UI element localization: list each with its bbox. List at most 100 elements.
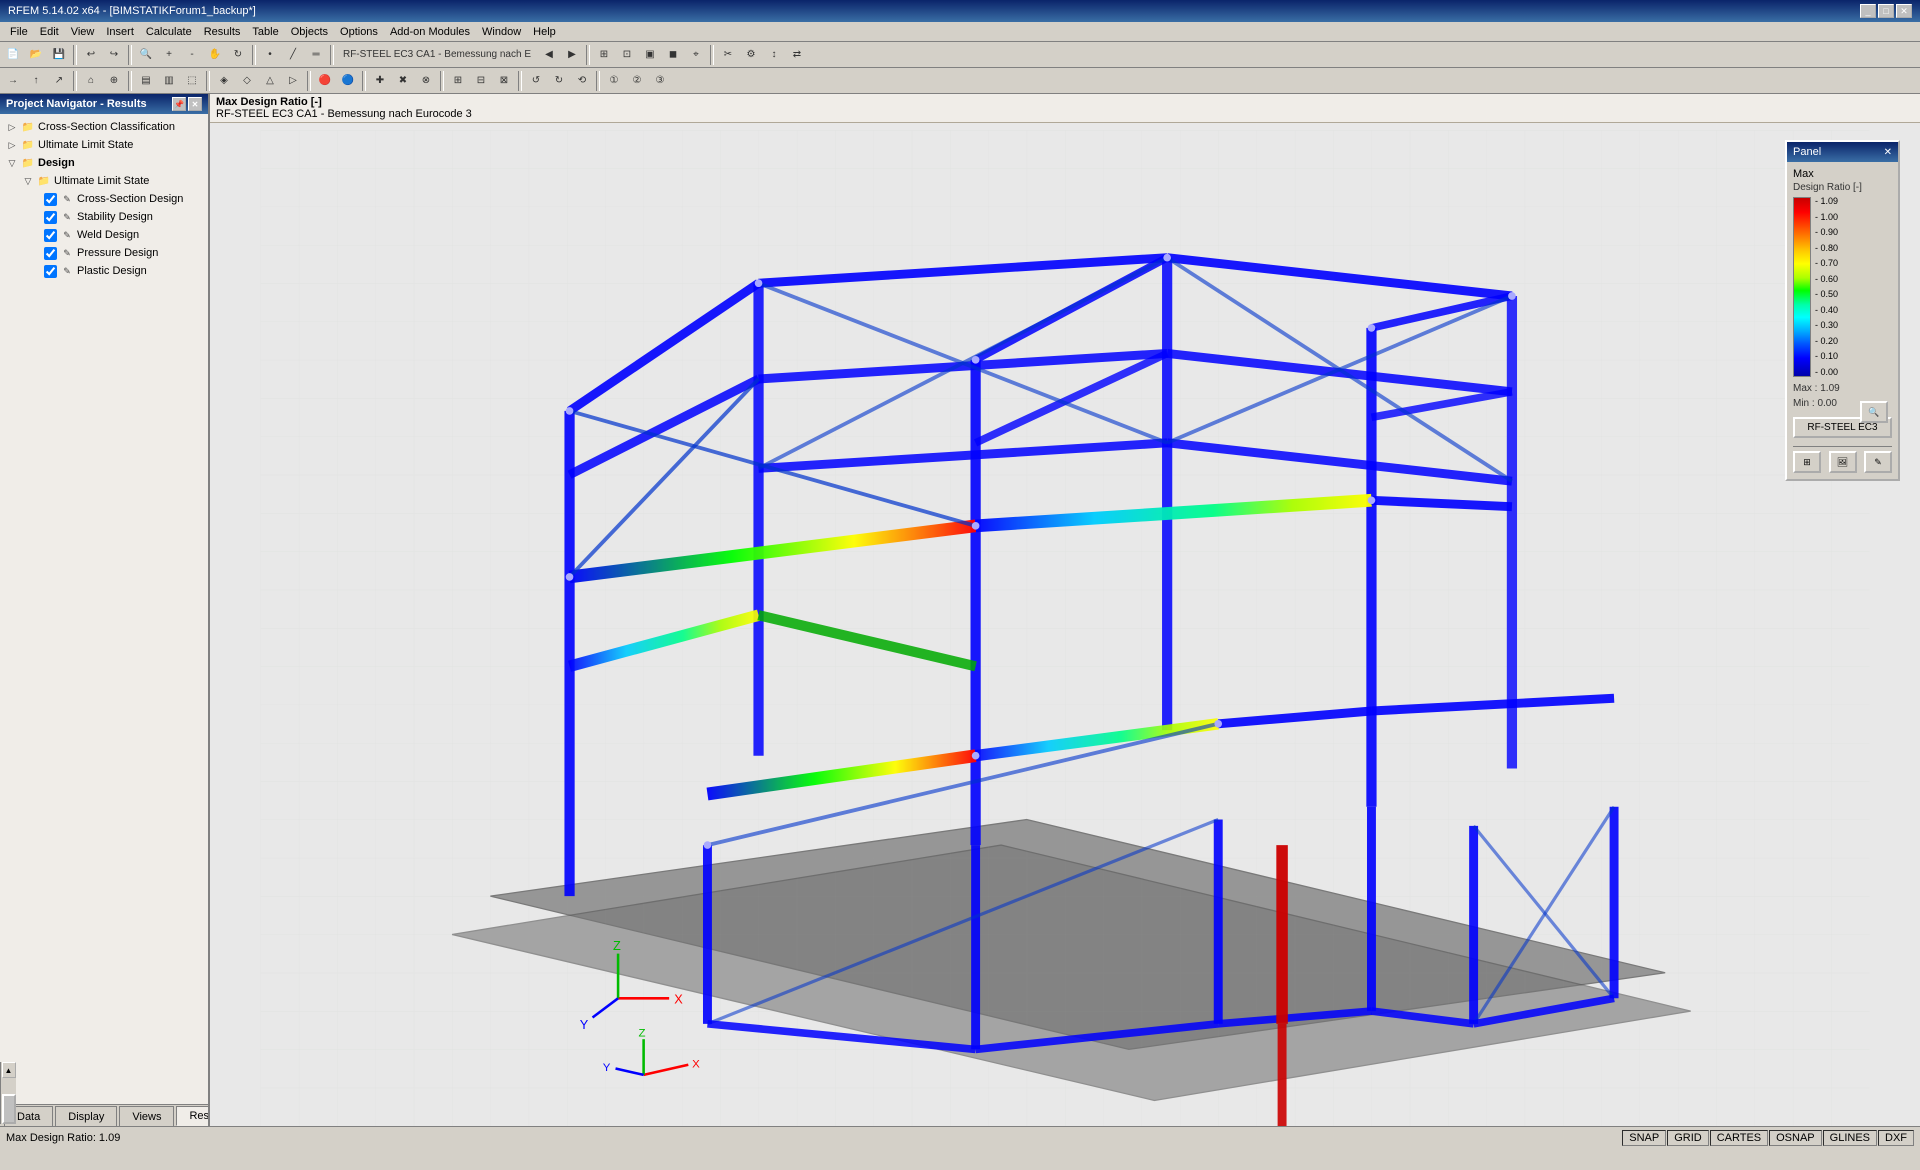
- panel-header-controls[interactable]: 📌 ✕: [172, 97, 202, 111]
- expand-uls1[interactable]: ▷: [4, 137, 20, 153]
- open-btn[interactable]: 📂: [25, 44, 47, 66]
- tb8[interactable]: ↕: [763, 44, 785, 66]
- expand-pd[interactable]: [36, 245, 44, 261]
- tb-r2-2[interactable]: ↑: [25, 70, 47, 92]
- panel-pin-btn[interactable]: 📌: [172, 97, 186, 111]
- menu-window[interactable]: Window: [476, 24, 527, 40]
- tb-r2-9[interactable]: ◈: [213, 70, 235, 92]
- status-glines[interactable]: GLINES: [1823, 1130, 1877, 1146]
- tb-r2-15[interactable]: ✚: [369, 70, 391, 92]
- tb-r2-19[interactable]: ⊟: [470, 70, 492, 92]
- undo-btn[interactable]: ↩: [80, 44, 102, 66]
- tb-r2-8[interactable]: ⬚: [181, 70, 203, 92]
- scroll-thumb[interactable]: [2, 1094, 16, 1124]
- expand-uls2[interactable]: ▽: [20, 173, 36, 189]
- menu-addon[interactable]: Add-on Modules: [384, 24, 476, 40]
- tree-stability-design[interactable]: ✎ Stability Design: [0, 208, 208, 226]
- tree-cross-section-design[interactable]: ✎ Cross-Section Design: [0, 190, 208, 208]
- expand-csd[interactable]: [36, 191, 44, 207]
- tree-scrollbar[interactable]: ▲: [0, 1062, 16, 1124]
- panel-btn-zoom[interactable]: 🔍: [1860, 401, 1888, 423]
- status-grid[interactable]: GRID: [1667, 1130, 1709, 1146]
- scroll-up-btn[interactable]: ▲: [2, 1062, 16, 1078]
- tab-views[interactable]: Views: [119, 1106, 174, 1126]
- zoom-all[interactable]: 🔍: [135, 44, 157, 66]
- tb-r2-11[interactable]: △: [259, 70, 281, 92]
- menu-edit[interactable]: Edit: [34, 24, 65, 40]
- tb7[interactable]: ⚙: [740, 44, 762, 66]
- panel-btn-image[interactable]: 🖼: [1829, 451, 1857, 473]
- tb-r2-17[interactable]: ⊗: [415, 70, 437, 92]
- menu-objects[interactable]: Objects: [285, 24, 334, 40]
- member-btn[interactable]: ═: [305, 44, 327, 66]
- panel-btn-grid[interactable]: ⊞: [1793, 451, 1821, 473]
- tb-r2-24[interactable]: ①: [603, 70, 625, 92]
- tab-results[interactable]: Results: [176, 1106, 210, 1126]
- minimize-button[interactable]: _: [1860, 4, 1876, 18]
- tb-r2-26[interactable]: ③: [649, 70, 671, 92]
- menu-help[interactable]: Help: [527, 24, 562, 40]
- prev-result[interactable]: ◀: [538, 44, 560, 66]
- expand-design[interactable]: ▽: [4, 155, 20, 171]
- tb4[interactable]: ◼: [662, 44, 684, 66]
- tb-r2-23[interactable]: ⟲: [571, 70, 593, 92]
- tb3[interactable]: ▣: [639, 44, 661, 66]
- tree-design[interactable]: ▽ 📁 Design: [0, 154, 208, 172]
- panel-btn-settings[interactable]: ✎: [1864, 451, 1892, 473]
- node-btn[interactable]: •: [259, 44, 281, 66]
- zoom-in[interactable]: +: [158, 44, 180, 66]
- tb-r2-13[interactable]: 🔴: [314, 70, 336, 92]
- redo-btn[interactable]: ↪: [103, 44, 125, 66]
- tb9[interactable]: ⇄: [786, 44, 808, 66]
- tree-uls2[interactable]: ▽ 📁 Ultimate Limit State: [0, 172, 208, 190]
- close-button[interactable]: ✕: [1896, 4, 1912, 18]
- tb-r2-14[interactable]: 🔵: [337, 70, 359, 92]
- check-weld-design[interactable]: [44, 229, 57, 242]
- right-panel-header[interactable]: Panel ✕: [1787, 142, 1898, 162]
- line-btn[interactable]: ╱: [282, 44, 304, 66]
- right-panel-close-btn[interactable]: ✕: [1884, 147, 1892, 158]
- rotate[interactable]: ↻: [227, 44, 249, 66]
- status-snap[interactable]: SNAP: [1622, 1130, 1666, 1146]
- tb-r2-12[interactable]: ▷: [282, 70, 304, 92]
- new-btn[interactable]: 📄: [2, 44, 24, 66]
- menu-insert[interactable]: Insert: [100, 24, 140, 40]
- tb-r2-3[interactable]: ↗: [48, 70, 70, 92]
- tab-display[interactable]: Display: [55, 1106, 117, 1126]
- tree-ultimate-limit-state-1[interactable]: ▷ 📁 Ultimate Limit State: [0, 136, 208, 154]
- pan[interactable]: ✋: [204, 44, 226, 66]
- tb1[interactable]: ⊞: [593, 44, 615, 66]
- tb-r2-7[interactable]: ▥: [158, 70, 180, 92]
- menu-view[interactable]: View: [65, 24, 101, 40]
- menu-table[interactable]: Table: [246, 24, 284, 40]
- expand-sd[interactable]: [36, 209, 44, 225]
- tree-pressure-design[interactable]: ✎ Pressure Design: [0, 244, 208, 262]
- menu-calculate[interactable]: Calculate: [140, 24, 198, 40]
- tb-r2-5[interactable]: ⊕: [103, 70, 125, 92]
- titlebar-controls[interactable]: _ □ ✕: [1860, 4, 1912, 18]
- menu-options[interactable]: Options: [334, 24, 384, 40]
- tb-r2-16[interactable]: ✖: [392, 70, 414, 92]
- tb2[interactable]: ⊡: [616, 44, 638, 66]
- menu-file[interactable]: File: [4, 24, 34, 40]
- expand-pld[interactable]: [36, 263, 44, 279]
- tb-r2-25[interactable]: ②: [626, 70, 648, 92]
- tb-r2-4[interactable]: ⌂: [80, 70, 102, 92]
- menu-results[interactable]: Results: [198, 24, 247, 40]
- results-dropdown[interactable]: RF-STEEL EC3 CA1 - Bemessung nach E: [337, 44, 537, 66]
- check-cross-section-design[interactable]: [44, 193, 57, 206]
- check-stability-design[interactable]: [44, 211, 57, 224]
- next-result[interactable]: ▶: [561, 44, 583, 66]
- maximize-button[interactable]: □: [1878, 4, 1894, 18]
- tb-r2-21[interactable]: ↺: [525, 70, 547, 92]
- save-btn[interactable]: 💾: [48, 44, 70, 66]
- viewport[interactable]: Max Design Ratio [-] RF-STEEL EC3 CA1 - …: [210, 94, 1920, 1126]
- tb6[interactable]: ✂: [717, 44, 739, 66]
- status-dxf[interactable]: DXF: [1878, 1130, 1914, 1146]
- status-osnap[interactable]: OSNAP: [1769, 1130, 1822, 1146]
- zoom-out[interactable]: -: [181, 44, 203, 66]
- tb-r2-22[interactable]: ↻: [548, 70, 570, 92]
- panel-close-btn[interactable]: ✕: [188, 97, 202, 111]
- status-cartes[interactable]: CARTES: [1710, 1130, 1768, 1146]
- tb-r2-6[interactable]: ▤: [135, 70, 157, 92]
